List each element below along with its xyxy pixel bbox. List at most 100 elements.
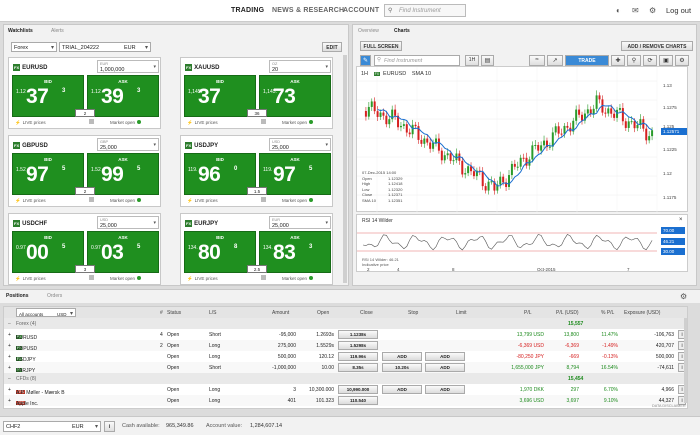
tile-symbol[interactable]: FX EURUSD <box>13 64 47 71</box>
bid-button[interactable]: BID 0.97 00 5 <box>12 231 84 273</box>
ask-button[interactable]: ASK 1,145. 73 <box>259 75 331 117</box>
add-remove-charts-button[interactable]: ADD / REMOVE CHARTS <box>621 41 693 51</box>
gear-icon[interactable]: ⚙ <box>675 55 689 66</box>
search-input[interactable]: ⚲ Find Instrument <box>384 4 466 17</box>
table-row[interactable]: + CFD A.P. Møller - Mærsk B Open Long 3 10,300… <box>4 384 687 396</box>
tile-symbol[interactable]: FX USDJPY <box>185 142 218 149</box>
trade-button[interactable]: TRADE <box>565 55 609 66</box>
col-pct-pl[interactable]: % P/L <box>601 310 614 316</box>
nav-account[interactable]: ACCOUNT <box>343 7 379 14</box>
mail-icon[interactable]: ✉ <box>632 6 639 15</box>
col-id[interactable]: # <box>160 310 163 316</box>
bid-button[interactable]: BID 1.12 37 3 <box>12 75 84 117</box>
bid-button[interactable]: BID 1.52 97 5 <box>12 153 84 195</box>
tab-alerts[interactable]: Alerts <box>51 28 64 34</box>
bid-button[interactable]: BID 119. 96 0 <box>184 153 256 195</box>
expand-icon[interactable]: + <box>8 398 11 404</box>
stop-button[interactable]: ADD <box>382 385 422 394</box>
close-position-button[interactable]: 1.5298s <box>338 341 378 350</box>
bid-button[interactable]: BID 1,145. 37 <box>184 75 256 117</box>
table-row[interactable]: + FX USDJPY Open Long 500,000 120.12 119.96s ADD… <box>4 351 687 363</box>
watchlist-tile[interactable]: FX EURJPY EUR 25,000 ▾ BID 134. 80 8 ASK 134. 83 3 2.… <box>180 213 333 285</box>
col-stop[interactable]: Stop <box>408 310 418 316</box>
chart-type-icon[interactable]: ▤ <box>481 55 494 66</box>
reset-icon[interactable]: ⟳ <box>643 55 657 66</box>
watchlist-tile[interactable]: FX EURUSD EUR 1,000,000 ▾ BID 1.12 37 3 ASK 1.12 39… <box>8 57 161 129</box>
fullscreen-button[interactable]: FULL SCREEN <box>360 41 402 51</box>
positions-account-select[interactable]: All accounts USD ▾ <box>16 308 76 317</box>
ask-button[interactable]: ASK 134. 83 3 <box>259 231 331 273</box>
tab-positions[interactable]: Positions <box>6 293 29 299</box>
tile-symbol[interactable]: FX XAUUSD <box>185 64 219 71</box>
close-icon[interactable]: × <box>679 217 683 223</box>
tile-symbol[interactable]: FX USDCHF <box>13 220 47 227</box>
group-row[interactable]: – Forex (4) 15,557 <box>4 318 687 329</box>
tile-amount-input[interactable]: USD 25,000 ▾ <box>269 138 331 151</box>
close-position-button[interactable]: 110.540 <box>338 396 378 405</box>
tab-orders[interactable]: Orders <box>47 293 62 299</box>
ask-button[interactable]: ASK 0.97 03 5 <box>87 231 159 273</box>
zoom-icon[interactable]: ⚲ <box>627 55 641 66</box>
edit-button[interactable]: EDIT <box>322 42 342 52</box>
col-exposure[interactable]: Exposure (USD) <box>624 310 660 316</box>
stop-button[interactable]: 10.20s <box>382 363 422 372</box>
group-row[interactable]: – CFDs (8) 15,454 <box>4 373 687 384</box>
table-row[interactable]: + FX EURUSD 4 Open Short -95,000 1.2693s 1.1238s… <box>4 329 687 341</box>
square-icon[interactable] <box>261 119 266 124</box>
col-close[interactable]: Close <box>360 310 373 316</box>
trendline-icon[interactable]: ↗ <box>547 55 563 66</box>
ask-button[interactable]: ASK 119. 97 5 <box>259 153 331 195</box>
ask-button[interactable]: ASK 1.52 99 5 <box>87 153 159 195</box>
square-icon[interactable] <box>261 197 266 202</box>
tab-charts[interactable]: Charts <box>394 28 410 34</box>
expand-icon[interactable]: + <box>8 387 11 393</box>
tile-amount-input[interactable]: OZ 20 ▾ <box>269 60 331 73</box>
rsi-chart[interactable]: 70.00 46.21 30.00 2 4 8 Oct-2015 7 RSI 14 Wilde… <box>356 214 688 272</box>
collapse-icon[interactable]: – <box>8 321 11 327</box>
tile-symbol[interactable]: FX EURJPY <box>185 220 218 227</box>
square-icon[interactable] <box>89 197 94 202</box>
table-row[interactable]: + FX ZARJPY Open Short -1,000,000 10.00 8.35s 10… <box>4 362 687 374</box>
price-chart-svg[interactable]: 1.131.12751.1251.125711.12251.121.1175 <box>357 67 689 213</box>
indicator-icon[interactable]: ≈ <box>529 55 545 66</box>
ask-button[interactable]: ASK 1.12 39 3 <box>87 75 159 117</box>
chart-instrument-input[interactable]: ⚲ Find Instrument <box>374 55 460 66</box>
square-icon[interactable] <box>261 275 266 280</box>
table-row[interactable]: + CFD Apple Inc. Open Long 401 101.323 110.540 3… <box>4 395 687 407</box>
col-pl-usd[interactable]: P/L (USD) <box>556 310 579 316</box>
square-icon[interactable] <box>89 275 94 280</box>
watchlist-tile[interactable]: FX USDJPY USD 25,000 ▾ BID 119. 96 0 ASK 119. 97 5 1.… <box>180 135 333 207</box>
account-select[interactable]: TRIAL_204222 EUR ▾ <box>59 42 151 52</box>
close-position-button[interactable]: 1.1238s <box>338 330 378 339</box>
tile-symbol[interactable]: FX GBPUSD <box>13 142 48 149</box>
table-row[interactable]: + FX GBPUSD 2 Open Long 275,000 1.5529s 1.5298s -… <box>4 340 687 352</box>
list-select[interactable]: Forex ▾ <box>11 42 57 52</box>
period-select[interactable]: 1H <box>465 55 479 66</box>
gear-icon[interactable]: ⚙ <box>649 6 656 15</box>
crosshair-icon[interactable]: ✚ <box>611 55 625 66</box>
limit-button[interactable]: ADD <box>425 363 465 372</box>
nav-trading[interactable]: TRADING <box>231 7 264 14</box>
expand-icon[interactable]: + <box>8 354 11 360</box>
watchlist-tile[interactable]: FX GBPUSD GBP 25,000 ▾ BID 1.52 97 5 ASK 1.52 99 5 2 ⚡… <box>8 135 161 207</box>
logout-link[interactable]: Log out <box>666 6 691 15</box>
col-amount[interactable]: Amount <box>272 310 289 316</box>
tile-amount-input[interactable]: USD 25,000 ▾ <box>97 216 159 229</box>
rsi-chart-svg[interactable]: 70.00 46.21 30.00 2 4 8 Oct-2015 7 <box>357 215 689 273</box>
camera-icon[interactable]: ▣ <box>659 55 673 66</box>
tile-amount-input[interactable]: EUR 25,000 ▾ <box>269 216 331 229</box>
positions-scrollbar[interactable] <box>684 318 687 403</box>
stop-button[interactable]: ADD <box>382 352 422 361</box>
bid-button[interactable]: BID 134. 80 8 <box>184 231 256 273</box>
pencil-icon[interactable]: ✎ <box>360 55 371 66</box>
col-status[interactable]: Status <box>167 310 181 316</box>
col-limit[interactable]: Limit <box>456 310 467 316</box>
close-position-button[interactable]: 119.96s <box>338 352 378 361</box>
tile-amount-input[interactable]: EUR 1,000,000 ▾ <box>97 60 159 73</box>
watchlist-scrollbar[interactable] <box>343 55 347 283</box>
watchlist-tile[interactable]: FX XAUUSD OZ 20 ▾ BID 1,145. 37 ASK 1,145. 73 36 ⚡ LI… <box>180 57 333 129</box>
limit-button[interactable]: ADD <box>425 352 465 361</box>
gear-icon[interactable]: ⚙ <box>680 292 687 301</box>
footer-account-select[interactable]: CHF2 EUR ▾ <box>3 421 101 432</box>
expand-icon[interactable]: + <box>8 365 11 371</box>
